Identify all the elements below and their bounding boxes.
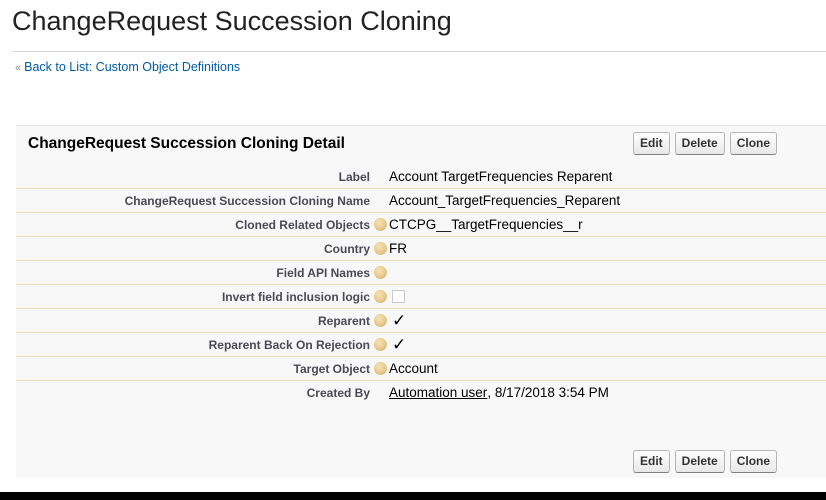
bottom-edge-bar	[0, 492, 826, 500]
field-label: Label	[338, 169, 370, 184]
field-value: Automation user, 8/17/2018 3:54 PM	[389, 381, 609, 404]
breadcrumb: «Back to List: Custom Object Definitions	[15, 60, 240, 74]
help-icon[interactable]	[374, 218, 387, 231]
detail-block: ChangeRequest Succession Cloning Detail …	[16, 125, 826, 478]
field-value: ✓	[389, 309, 406, 332]
checkmark-icon: ✓	[392, 335, 407, 354]
page-title: ChangeRequest Succession Cloning	[12, 6, 452, 36]
help-icon[interactable]	[374, 290, 387, 303]
field-row-reparent: Reparent ✓	[16, 309, 826, 333]
field-value: ✓	[389, 333, 406, 356]
field-value: Account	[389, 361, 438, 376]
field-label: Created By	[306, 385, 370, 400]
field-label-wrap: Field API Names	[276, 261, 387, 284]
field-value	[389, 285, 405, 308]
edit-button[interactable]: Edit	[633, 132, 670, 155]
field-row-reparent-back-on-rejection: Reparent Back On Rejection ✓	[16, 333, 826, 357]
delete-button[interactable]: Delete	[674, 450, 725, 473]
checkmark-icon: ✓	[392, 311, 407, 330]
field-label-wrap: Country	[324, 237, 387, 260]
field-label-wrap: Cloned Related Objects	[235, 213, 387, 236]
unchecked-checkbox-icon	[392, 290, 405, 303]
field-label-wrap: Reparent	[317, 309, 387, 332]
field-label-wrap: Invert field inclusion logic	[221, 285, 387, 308]
field-row-cloned-related-objects: Cloned Related Objects CTCPG__TargetFreq…	[16, 213, 826, 237]
field-label: Field API Names	[276, 265, 370, 280]
field-label: Reparent	[317, 313, 370, 328]
clone-button[interactable]: Clone	[729, 450, 778, 473]
top-button-row: Edit Delete Clone	[633, 132, 778, 155]
field-label: ChangeRequest Succession Cloning Name	[124, 193, 370, 208]
field-label: Cloned Related Objects	[235, 217, 370, 232]
field-value: CTCPG__TargetFrequencies__r	[389, 217, 583, 232]
created-by-user-link[interactable]: Automation user	[389, 385, 487, 400]
field-value: Account_TargetFrequencies_Reparent	[389, 193, 621, 208]
title-divider	[12, 51, 826, 52]
help-icon[interactable]	[374, 242, 387, 255]
field-row-field-api-names: Field API Names	[16, 261, 826, 285]
clone-button[interactable]: Clone	[729, 132, 778, 155]
field-label: Target Object	[293, 361, 370, 376]
field-label-wrap: Target Object	[293, 357, 387, 380]
field-row-name: ChangeRequest Succession Cloning Name Ac…	[16, 189, 826, 213]
breadcrumb-chevron-icon: «	[15, 62, 22, 74]
field-row-invert-logic: Invert field inclusion logic	[16, 285, 826, 309]
detail-block-title: ChangeRequest Succession Cloning Detail	[28, 135, 345, 152]
help-icon[interactable]	[374, 338, 387, 351]
detail-rows: Label Account TargetFrequencies Reparent…	[16, 165, 826, 404]
back-to-list-link[interactable]: Back to List: Custom Object Definitions	[24, 60, 240, 74]
help-icon[interactable]	[374, 362, 387, 375]
help-icon[interactable]	[374, 314, 387, 327]
field-value: Account TargetFrequencies Reparent	[389, 169, 613, 184]
field-row-country: Country FR	[16, 237, 826, 261]
delete-button[interactable]: Delete	[674, 132, 725, 155]
edit-button[interactable]: Edit	[633, 450, 670, 473]
field-row-created-by: Created By Automation user, 8/17/2018 3:…	[16, 381, 826, 404]
field-label: Country	[324, 241, 370, 256]
field-label-wrap: Reparent Back On Rejection	[208, 333, 387, 356]
field-label: Invert field inclusion logic	[221, 289, 370, 304]
field-label: Reparent Back On Rejection	[208, 337, 370, 352]
created-date: , 8/17/2018 3:54 PM	[487, 385, 609, 400]
bottom-button-row: Edit Delete Clone	[633, 450, 778, 473]
field-row-label: Label Account TargetFrequencies Reparent	[16, 165, 826, 189]
help-icon[interactable]	[374, 266, 387, 279]
field-row-target-object: Target Object Account	[16, 357, 826, 381]
field-value: FR	[389, 241, 407, 256]
